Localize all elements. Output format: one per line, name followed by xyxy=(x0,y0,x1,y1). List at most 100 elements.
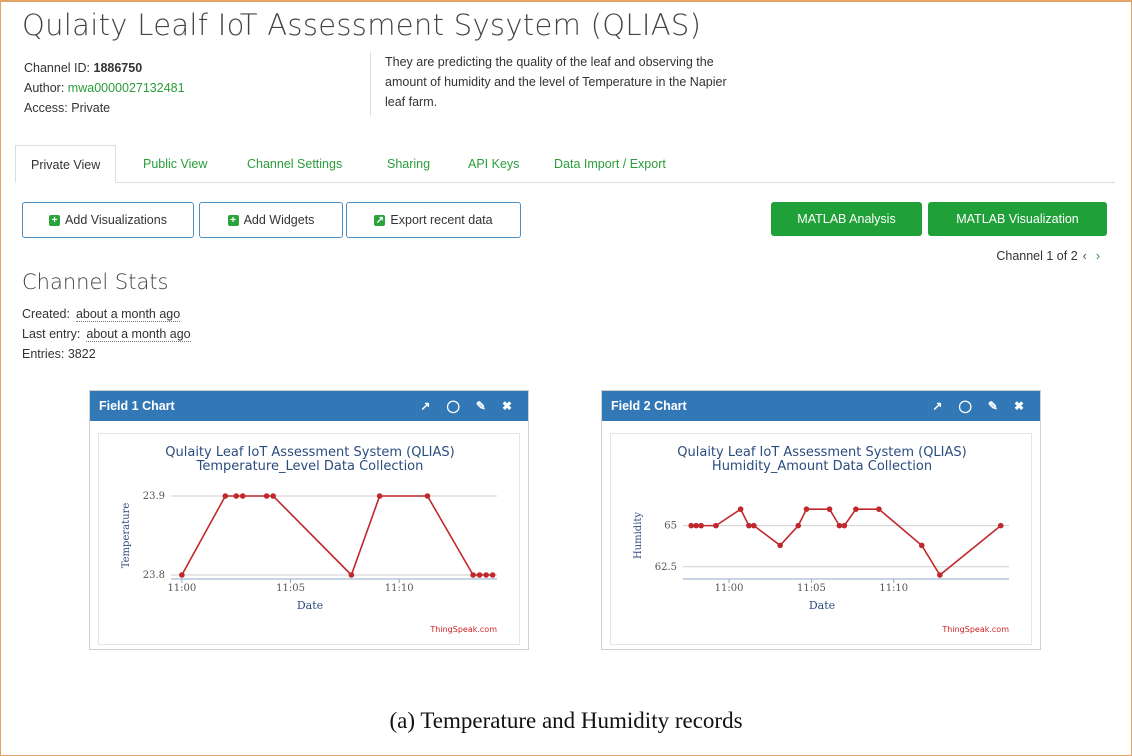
last-entry-value: about a month ago xyxy=(86,327,191,342)
data-point xyxy=(424,493,431,499)
external-link-icon[interactable]: ↗ xyxy=(932,391,942,421)
field-2-chart-header: Field 2 Chart ↗ ◯ ✎ ✖ xyxy=(602,391,1040,421)
data-point xyxy=(713,522,719,529)
data-point xyxy=(476,572,483,578)
y-tick-label: 23.9 xyxy=(143,491,165,502)
close-icon[interactable]: ✖ xyxy=(502,391,512,421)
author-link[interactable]: mwa0000027132481 xyxy=(68,81,185,95)
chart-title: Qulaity Leaf IoT Assessment System (QLIA… xyxy=(165,445,454,460)
x-tick-label: 11:10 xyxy=(385,583,414,594)
add-widgets-button[interactable]: + Add Widgets xyxy=(199,202,343,238)
export-recent-data-label: Export recent data xyxy=(390,213,493,227)
chart-title: Qulaity Leaf IoT Assessment System (QLIA… xyxy=(677,445,966,460)
channel-pager: Channel 1 of 2 ‹ › xyxy=(996,249,1100,263)
author-label: Author: xyxy=(24,81,65,95)
data-point xyxy=(737,506,744,512)
data-point xyxy=(803,506,810,512)
pencil-icon[interactable]: ✎ xyxy=(476,391,486,421)
data-point xyxy=(826,506,833,512)
data-point xyxy=(376,493,383,499)
data-point xyxy=(270,493,276,499)
chart-credit: ThingSpeak.com xyxy=(429,625,497,634)
data-point xyxy=(937,572,943,578)
author-row: Author: mwa0000027132481 xyxy=(24,78,185,98)
data-point xyxy=(918,542,925,549)
data-point xyxy=(263,493,270,499)
data-point xyxy=(233,493,239,499)
matlab-analysis-button[interactable]: MATLAB Analysis xyxy=(771,202,922,236)
tab-private-view[interactable]: Private View xyxy=(15,145,117,183)
channel-id-row: Channel ID: 1886750 xyxy=(24,58,185,78)
entries-row: Entries: 3822 xyxy=(22,347,96,361)
panel-actions: ↗ ◯ ✎ ✖ xyxy=(932,391,1024,421)
last-entry-row: Last entry: about a month ago xyxy=(22,324,191,344)
series-line xyxy=(691,507,1002,577)
channel-id-value: 1886750 xyxy=(93,61,143,75)
y-axis-label: Humidity xyxy=(633,512,644,559)
figure-caption: (a) Temperature and Humidity records xyxy=(389,708,743,733)
pager-label: Channel 1 of 2 xyxy=(996,249,1078,263)
data-point xyxy=(750,522,757,529)
chart-credit: ThingSpeak.com xyxy=(941,625,1009,634)
data-point xyxy=(222,493,229,499)
temperature-chart: Qulaity Leaf IoT Assessment System (QLIA… xyxy=(121,445,497,634)
channel-stats-heading: Channel Stats xyxy=(22,270,169,294)
created-row: Created: about a month ago xyxy=(22,304,191,324)
add-visualizations-button[interactable]: + Add Visualizations xyxy=(22,202,194,238)
chart-subtitle: Temperature_Level Data Collection xyxy=(196,459,424,474)
x-tick-label: 11:00 xyxy=(715,583,744,594)
add-widgets-label: Add Widgets xyxy=(243,213,315,227)
data-point xyxy=(688,522,695,529)
panel-actions: ↗ ◯ ✎ ✖ xyxy=(420,391,512,421)
data-point xyxy=(777,542,783,549)
data-point xyxy=(795,522,802,529)
matlab-visualization-button[interactable]: MATLAB Visualization xyxy=(928,202,1107,236)
data-point xyxy=(997,522,1004,529)
pencil-icon[interactable]: ✎ xyxy=(988,391,998,421)
created-label: Created: xyxy=(22,307,70,321)
close-icon[interactable]: ✖ xyxy=(1014,391,1024,421)
comment-icon[interactable]: ◯ xyxy=(958,391,971,421)
data-point xyxy=(853,506,859,512)
chevron-right-icon[interactable]: › xyxy=(1096,249,1100,263)
x-axis-label: Date xyxy=(297,599,323,612)
chevron-left-icon[interactable]: ‹ xyxy=(1083,249,1087,263)
channel-id-label: Channel ID: xyxy=(24,61,91,75)
field-1-chart-area: Qulaity Leaf IoT Assessment System (QLIA… xyxy=(98,433,520,645)
data-point xyxy=(348,572,355,578)
data-point xyxy=(693,522,699,529)
data-point xyxy=(876,506,882,512)
y-tick-label: 62.5 xyxy=(655,562,677,573)
y-tick-label: 23.8 xyxy=(143,570,165,581)
data-point xyxy=(836,522,843,529)
data-point xyxy=(239,493,246,499)
panel-title: Field 1 Chart xyxy=(99,399,175,413)
external-link-icon[interactable]: ↗ xyxy=(420,391,430,421)
plus-icon: + xyxy=(49,214,61,226)
data-point xyxy=(746,522,752,529)
tab-api-keys[interactable]: API Keys xyxy=(464,145,523,183)
last-entry-label: Last entry: xyxy=(22,327,81,341)
data-point xyxy=(179,572,185,578)
x-axis-label: Date xyxy=(809,599,835,612)
data-point xyxy=(483,572,489,578)
tab-sharing[interactable]: Sharing xyxy=(383,145,434,183)
x-tick-label: 11:05 xyxy=(797,583,826,594)
page-title: Qulaity Lealf IoT Assessment Sysytem (QL… xyxy=(22,8,702,42)
export-recent-data-button[interactable]: ↗ Export recent data xyxy=(346,202,521,238)
x-tick-label: 11:10 xyxy=(879,583,908,594)
humidity-chart: Qulaity Leaf IoT Assessment System (QLIA… xyxy=(633,445,1009,634)
x-tick-label: 11:00 xyxy=(167,583,196,594)
field-1-chart-panel: Field 1 Chart ↗ ◯ ✎ ✖ Qulaity Leaf IoT A… xyxy=(89,390,529,650)
plus-icon: + xyxy=(227,214,239,226)
data-point xyxy=(698,522,704,529)
panel-title: Field 2 Chart xyxy=(611,399,687,413)
channel-meta: Channel ID: 1886750 Author: mwa000002713… xyxy=(24,58,185,118)
export-icon: ↗ xyxy=(374,214,386,226)
channel-description: They are predicting the quality of the l… xyxy=(370,52,730,116)
data-point xyxy=(470,572,476,578)
tab-channel-settings[interactable]: Channel Settings xyxy=(243,145,346,183)
tab-data-import-export[interactable]: Data Import / Export xyxy=(550,145,670,183)
comment-icon[interactable]: ◯ xyxy=(446,391,459,421)
tab-public-view[interactable]: Public View xyxy=(139,145,211,183)
